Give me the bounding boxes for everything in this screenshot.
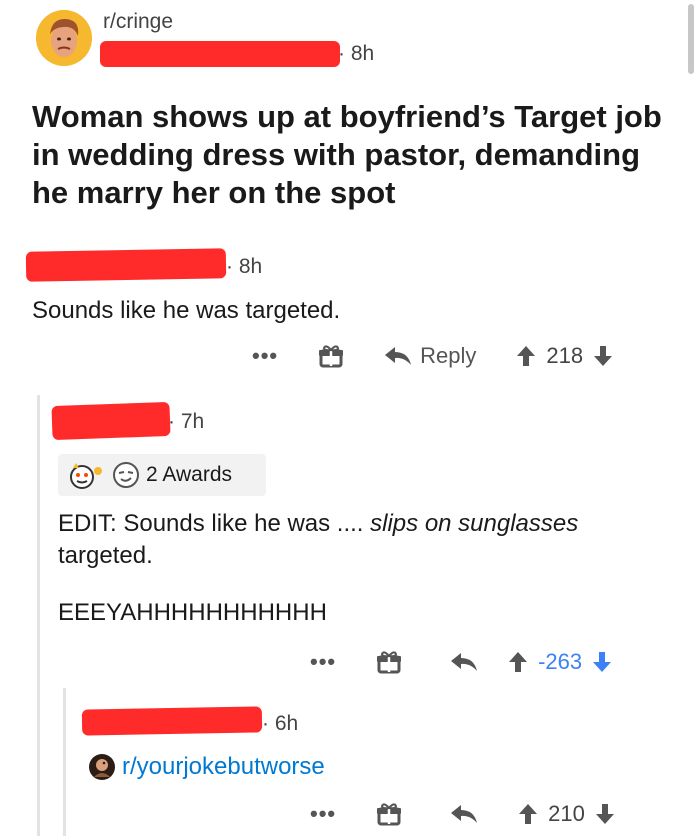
edit-text-end: targeted.: [58, 542, 153, 569]
upvote-icon: [519, 804, 538, 824]
post-age: · 8h: [338, 42, 375, 65]
subreddit-avatar-icon: [89, 754, 115, 780]
awards-badge[interactable]: 2 Awards: [58, 454, 266, 496]
vote-score: -263: [538, 649, 583, 674]
scrollbar[interactable]: [688, 4, 694, 74]
redacted-username: [51, 401, 171, 441]
thread-line[interactable]: [63, 688, 66, 836]
gift-icon[interactable]: [376, 649, 402, 675]
edit-text: EDIT: Sounds like he was ....: [58, 510, 371, 537]
comment-actions: ••• 210: [310, 796, 680, 832]
more-options-button[interactable]: •••: [252, 343, 278, 369]
reply-button[interactable]: Reply: [384, 343, 476, 369]
comment-age: · 8h: [226, 255, 263, 278]
comment-age: · 6h: [262, 712, 299, 735]
comment-shout: EEEYAHHHHHHHHHHH: [58, 599, 327, 626]
subreddit-avatar[interactable]: [36, 10, 92, 66]
reply-arrow-icon: [385, 347, 412, 365]
redacted-username: [100, 41, 340, 67]
upvote-button[interactable]: [516, 345, 536, 367]
subreddit-name[interactable]: r/cringe: [103, 10, 173, 34]
redacted-username: [81, 706, 263, 736]
downvote-button[interactable]: [593, 345, 613, 367]
subreddit-link[interactable]: r/yourjokebutworse: [122, 753, 325, 781]
reply-button[interactable]: [450, 651, 478, 673]
more-options-button[interactable]: •••: [310, 801, 336, 827]
subreddit-link-row: r/yourjokebutworse: [88, 753, 325, 781]
comment-body: EDIT: Sounds like he was .... slips on s…: [58, 508, 678, 572]
downvote-icon: [595, 804, 614, 824]
downvote-button[interactable]: [595, 803, 615, 825]
reply-arrow-icon: [451, 653, 478, 671]
comment-body: Sounds like he was targeted.: [32, 297, 341, 324]
comment-actions: ••• -263: [310, 644, 680, 680]
upvote-icon: [517, 346, 536, 366]
upvote-button[interactable]: [508, 651, 528, 673]
thread-line[interactable]: [37, 395, 40, 836]
upvote-button[interactable]: [518, 803, 538, 825]
avatar-icon: [36, 10, 92, 66]
vote-score: 210: [548, 801, 585, 826]
gift-icon[interactable]: [376, 801, 402, 827]
comment-actions: ••• Reply 218: [252, 338, 672, 374]
gift-icon[interactable]: [318, 343, 344, 369]
award-icon: [70, 463, 102, 489]
award-icon: [113, 462, 139, 488]
more-options-button[interactable]: •••: [310, 649, 336, 675]
upvote-icon: [509, 652, 528, 672]
reply-label: Reply: [420, 343, 477, 368]
reply-button[interactable]: [450, 803, 478, 825]
awards-count: 2 Awards: [146, 463, 232, 486]
vote-score: 218: [546, 343, 584, 368]
edit-italic-text: slips on sunglasses: [370, 510, 579, 537]
downvote-icon: [594, 346, 613, 366]
post-title[interactable]: Woman shows up at boyfriend’s Target job…: [32, 98, 682, 212]
comment-age: · 7h: [168, 410, 205, 433]
redacted-username: [25, 248, 227, 282]
reply-arrow-icon: [451, 805, 478, 823]
downvote-icon: [593, 652, 612, 672]
downvote-button[interactable]: [592, 651, 612, 673]
